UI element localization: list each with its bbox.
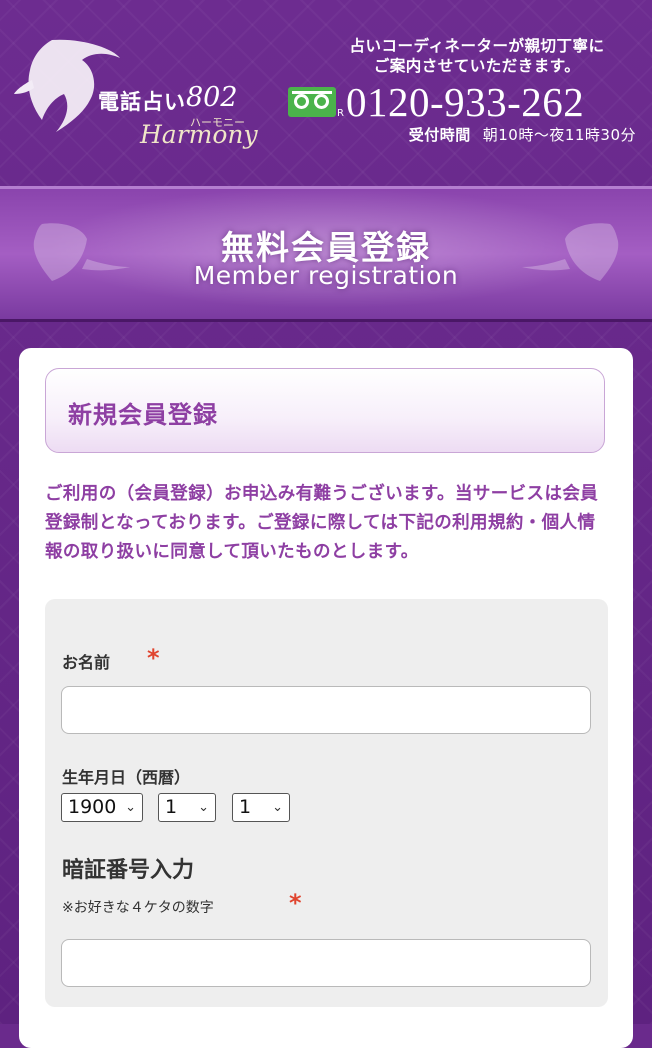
name-input[interactable] xyxy=(61,686,591,734)
required-mark: * xyxy=(289,889,302,917)
freedial-icon xyxy=(288,87,336,117)
site-logo[interactable]: 電話占い 802 ハーモニー Harmony xyxy=(12,38,258,149)
birth-day-value: 1 xyxy=(239,796,252,818)
intro-text: ご利用の（会員登録）お申込み有難うございます。当サービスは会員登録制となっており… xyxy=(45,484,599,562)
banner-subtitle: Member registration xyxy=(193,261,459,290)
message-line-2: ご案内させていただきます。 xyxy=(373,57,581,75)
coordinator-message: 占いコーディネーターが親切丁寧に ご案内させていただきます。 xyxy=(306,36,636,76)
pin-input[interactable] xyxy=(61,939,591,987)
chevron-down-icon: ⌄ xyxy=(272,800,283,815)
site-header: 電話占い 802 ハーモニー Harmony 占いコーディネーターが親切丁寧に … xyxy=(0,0,652,185)
chevron-down-icon: ⌄ xyxy=(198,800,209,815)
business-hours: 受付時間 朝10時〜夜11時30分 xyxy=(306,124,636,145)
section-title: 新規会員登録 xyxy=(68,401,218,429)
hours-label: 受付時間 xyxy=(408,126,471,144)
phone-number[interactable]: 0120-933-262 xyxy=(346,78,584,126)
pin-title: 暗証番号入力 xyxy=(62,858,195,883)
page-banner: 無料会員登録 Member registration xyxy=(0,186,652,322)
logo-text-en: Harmony xyxy=(140,120,258,149)
pin-note: ※お好きな４ケタの数字 xyxy=(62,900,214,916)
section-header: 新規会員登録 xyxy=(45,368,605,453)
message-line-1: 占いコーディネーターが親切丁寧に xyxy=(349,37,605,55)
birthday-label: 生年月日（西暦） xyxy=(62,768,191,787)
required-mark: * xyxy=(147,644,160,672)
contact-info: 占いコーディネーターが親切丁寧に ご案内させていただきます。 R 0120-93… xyxy=(288,36,636,145)
registration-form: お名前 * 生年月日（西暦） 1900 ⌄ 1 ⌄ 1 ⌄ 暗証番号入力 ※お好きな４… xyxy=(45,599,608,1007)
birth-day-select[interactable]: 1 ⌄ xyxy=(232,793,290,822)
phone-row[interactable]: R 0120-933-262 xyxy=(288,78,636,125)
chevron-down-icon: ⌄ xyxy=(125,800,136,815)
birth-year-select[interactable]: 1900 ⌄ xyxy=(61,793,143,822)
birth-year-value: 1900 xyxy=(68,796,117,818)
name-label: お名前 xyxy=(62,653,111,672)
logo-number: 802 xyxy=(186,82,238,113)
hours-value: 朝10時〜夜11時30分 xyxy=(482,126,636,144)
registration-card: 新規会員登録 ご利用の（会員登録）お申込み有難うございます。当サービスは会員登録… xyxy=(19,348,633,1048)
birth-month-select[interactable]: 1 ⌄ xyxy=(158,793,216,822)
logo-text-jp: 電話占い xyxy=(98,89,186,114)
birth-month-value: 1 xyxy=(165,796,178,818)
registered-mark: R xyxy=(337,108,344,119)
